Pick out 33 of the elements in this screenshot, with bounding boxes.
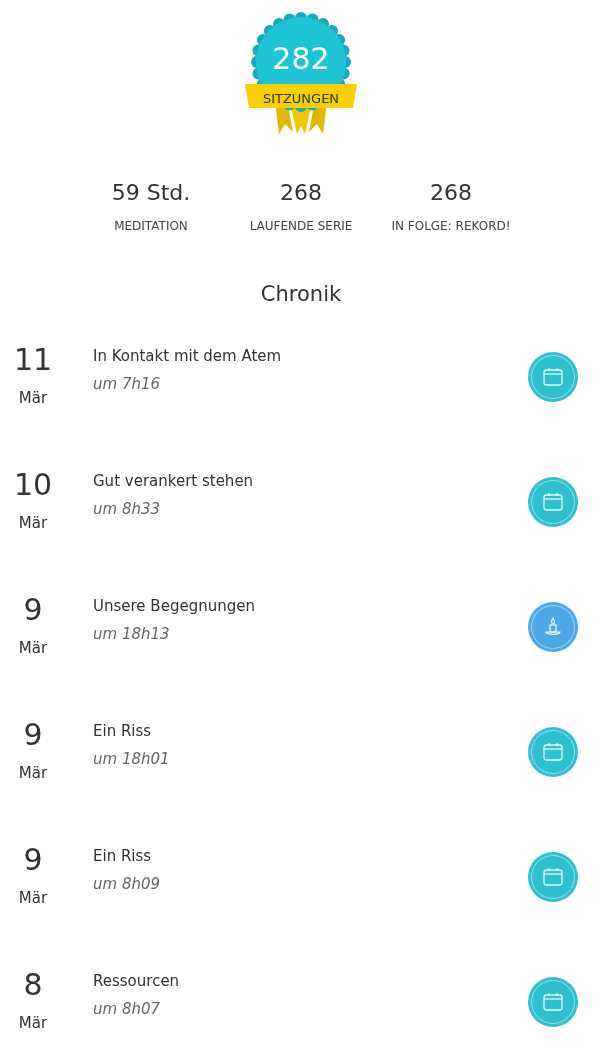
entry-title: Ein Riss	[93, 845, 153, 867]
entry-time: um 8h33	[93, 499, 162, 520]
section-title: Chronik	[260, 281, 342, 308]
badge-label: SITZUNGEN	[261, 92, 341, 105]
entry-time: um 18h01	[93, 749, 171, 770]
stat-value: 59 Std.	[111, 179, 191, 207]
entry-day: 11	[13, 344, 53, 375]
entry-month: Mär	[18, 762, 48, 784]
entry-day: 9	[23, 719, 43, 750]
entry-title: Gut verankert stehen	[93, 470, 255, 492]
entry-month: Mär	[18, 387, 48, 409]
entry-time: um 8h07	[93, 999, 162, 1020]
entry-day: 8	[23, 969, 43, 1000]
stat-label: MEDITATION	[114, 218, 188, 235]
entry-title: In Kontakt mit dem Atem	[93, 345, 283, 367]
entry-day: 9	[23, 594, 43, 625]
entry-time: um 7h16	[93, 374, 162, 395]
badge-count: 282	[271, 44, 331, 74]
stat-label: LAUFENDE SERIE	[249, 218, 353, 235]
entry-title: Ressourcen	[93, 970, 181, 992]
entry-month: Mär	[18, 1012, 48, 1034]
entry-month: Mär	[18, 512, 48, 534]
stat-value: 268	[430, 179, 472, 207]
entry-title: Ein Riss	[93, 720, 153, 742]
entry-month: Mär	[18, 637, 48, 659]
entry-day: 9	[23, 844, 43, 875]
entry-day: 10	[13, 469, 53, 500]
entry-title: Unsere Begegnungen	[93, 595, 256, 617]
stat-label: IN FOLGE: REKORD!	[391, 218, 511, 235]
entry-time: um 8h09	[93, 874, 162, 895]
stat-value: 268	[280, 179, 322, 207]
entry-month: Mär	[18, 887, 48, 909]
entry-time: um 18h13	[93, 624, 171, 645]
